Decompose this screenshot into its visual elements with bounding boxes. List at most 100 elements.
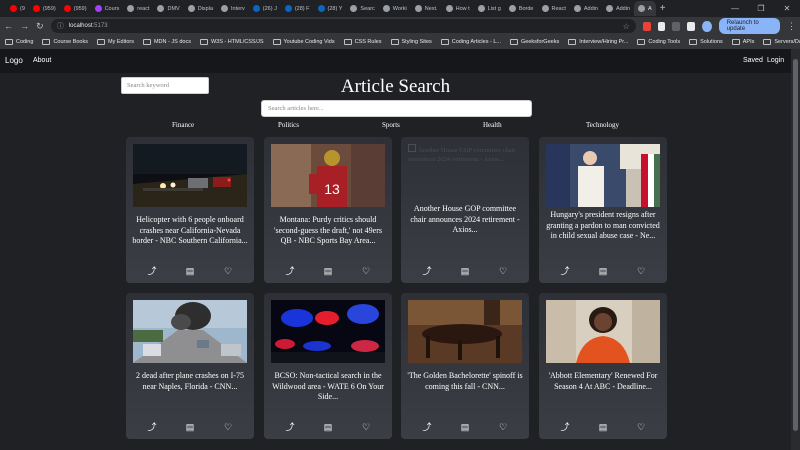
- bookmark-folder[interactable]: W3S - HTML/CSS/JS: [199, 39, 264, 45]
- browser-tab[interactable]: (959): [60, 1, 91, 16]
- page-scrollbar[interactable]: [791, 49, 800, 450]
- category-sports[interactable]: Sports: [382, 121, 400, 129]
- bookmark-star-icon[interactable]: ☆: [623, 22, 630, 31]
- comment-icon[interactable]: ▤: [322, 265, 334, 277]
- comment-icon[interactable]: ▤: [184, 421, 196, 433]
- article-card[interactable]: 13 Montana: Purdy critics should 'second…: [264, 137, 392, 283]
- category-finance[interactable]: Finance: [172, 121, 194, 129]
- bookmark-folder[interactable]: Interview/Hiring Pr...: [568, 39, 628, 45]
- bookmark-folder[interactable]: Course Books: [42, 39, 88, 45]
- browser-tab[interactable]: Displa: [184, 1, 217, 16]
- article-title[interactable]: 'The Golden Bachelorette' spinoff is com…: [407, 371, 523, 392]
- article-title[interactable]: Montana: Purdy critics should 'second-gu…: [270, 215, 386, 247]
- share-icon[interactable]: ⤴: [421, 265, 433, 277]
- bookmark-folder[interactable]: Coding: [5, 39, 33, 45]
- share-icon[interactable]: ⤴: [559, 265, 571, 277]
- browser-tab[interactable]: Next.: [411, 1, 442, 16]
- comment-icon[interactable]: ▤: [184, 265, 196, 277]
- browser-tab[interactable]: Worki: [379, 1, 411, 16]
- browser-tab[interactable]: A: [634, 1, 656, 16]
- share-icon[interactable]: ⤴: [284, 265, 296, 277]
- reload-icon[interactable]: ↻: [36, 21, 44, 32]
- article-title[interactable]: Helicopter with 6 people onboard crashes…: [132, 215, 248, 247]
- browser-tab[interactable]: How t: [442, 1, 474, 16]
- new-tab-icon[interactable]: +: [660, 3, 666, 14]
- comment-icon[interactable]: ▤: [597, 265, 609, 277]
- extension-icon[interactable]: [657, 21, 666, 31]
- heart-icon[interactable]: ♡: [497, 421, 509, 433]
- bookmark-folder[interactable]: Youtube Coding Vids: [272, 39, 335, 45]
- article-title[interactable]: 2 dead after plane crashes on I-75 near …: [132, 371, 248, 392]
- browser-tab[interactable]: (28) Y: [314, 1, 347, 16]
- sidepanel-icon[interactable]: [687, 21, 696, 31]
- share-icon[interactable]: ⤴: [559, 421, 571, 433]
- browser-tab[interactable]: Addin: [602, 1, 634, 16]
- article-search-input[interactable]: [261, 100, 532, 117]
- browser-tab[interactable]: React: [538, 1, 570, 16]
- share-icon[interactable]: ⤴: [146, 265, 158, 277]
- category-health[interactable]: Health: [483, 121, 502, 129]
- article-card[interactable]: 'Abbott Elementary' Renewed For Season 4…: [539, 293, 667, 439]
- article-card[interactable]: Hungary's president resigns after granti…: [539, 137, 667, 283]
- category-politics[interactable]: Politics: [278, 121, 299, 129]
- article-card[interactable]: Another House GOP committee chair announ…: [401, 137, 529, 283]
- article-title[interactable]: Another House GOP committee chair announ…: [407, 204, 523, 236]
- browser-tab[interactable]: Interv: [217, 1, 249, 16]
- article-title[interactable]: BCSO: Non-tactical search in the Wildwoo…: [270, 371, 386, 403]
- heart-icon[interactable]: ♡: [360, 421, 372, 433]
- heart-icon[interactable]: ♡: [635, 265, 647, 277]
- minimize-icon[interactable]: —: [722, 0, 748, 17]
- article-card[interactable]: 'The Golden Bachelorette' spinoff is com…: [401, 293, 529, 439]
- nav-saved-link[interactable]: Saved: [743, 57, 763, 64]
- bookmark-folder[interactable]: Coding Tools: [637, 39, 680, 45]
- article-title[interactable]: Hungary's president resigns after granti…: [545, 210, 661, 242]
- browser-tab[interactable]: List g: [474, 1, 505, 16]
- browser-tab[interactable]: (9: [6, 1, 29, 16]
- browser-tab[interactable]: Borde: [505, 1, 538, 16]
- comment-icon[interactable]: ▤: [459, 421, 471, 433]
- relaunch-button[interactable]: Relaunch to update: [718, 18, 780, 34]
- bookmark-folder[interactable]: GeeksforGeeks: [509, 39, 559, 45]
- bookmark-folder[interactable]: Solutions: [689, 39, 723, 45]
- heart-icon[interactable]: ♡: [222, 265, 234, 277]
- extension-icon[interactable]: [672, 21, 681, 31]
- heart-icon[interactable]: ♡: [222, 421, 234, 433]
- comment-icon[interactable]: ▤: [322, 421, 334, 433]
- address-bar[interactable]: ⓘ localhost:5173 ☆: [50, 19, 636, 33]
- article-card[interactable]: 2 dead after plane crashes on I-75 near …: [126, 293, 254, 439]
- scrollbar-thumb[interactable]: [793, 59, 798, 431]
- profile-avatar[interactable]: [702, 20, 712, 32]
- forward-icon[interactable]: →: [20, 21, 29, 31]
- bookmark-folder[interactable]: Coding Articles - L...: [440, 39, 501, 45]
- category-technology[interactable]: Technology: [586, 121, 619, 129]
- nav-login-link[interactable]: Login: [767, 57, 784, 64]
- bookmark-folder[interactable]: My Editors: [96, 39, 134, 45]
- site-info-icon[interactable]: ⓘ: [57, 21, 64, 31]
- logo[interactable]: Logo: [5, 56, 23, 65]
- share-icon[interactable]: ⤴: [284, 421, 296, 433]
- heart-icon[interactable]: ♡: [360, 265, 372, 277]
- heart-icon[interactable]: ♡: [635, 421, 647, 433]
- bookmark-folder[interactable]: MDN - JS docs: [142, 39, 191, 45]
- comment-icon[interactable]: ▤: [459, 265, 471, 277]
- article-card[interactable]: Helicopter with 6 people onboard crashes…: [126, 137, 254, 283]
- article-title[interactable]: 'Abbott Elementary' Renewed For Season 4…: [545, 371, 661, 392]
- nav-about-link[interactable]: About: [33, 57, 51, 64]
- back-icon[interactable]: ←: [4, 21, 13, 31]
- maximize-icon[interactable]: ❐: [748, 0, 774, 17]
- browser-tab[interactable]: Searc: [346, 1, 378, 16]
- share-icon[interactable]: ⤴: [146, 421, 158, 433]
- bookmark-folder[interactable]: Servers/Databases: [763, 39, 800, 45]
- browser-tab[interactable]: react: [123, 1, 153, 16]
- extension-icon[interactable]: [642, 21, 651, 31]
- bookmark-folder[interactable]: CSS Rules: [343, 39, 382, 45]
- close-icon[interactable]: ✕: [774, 0, 800, 17]
- share-icon[interactable]: ⤴: [421, 421, 433, 433]
- browser-tab[interactable]: Cours: [91, 1, 124, 16]
- bookmark-folder[interactable]: APIs: [731, 39, 754, 45]
- browser-tab[interactable]: (26) J: [249, 1, 281, 16]
- browser-tab[interactable]: (959): [29, 1, 60, 16]
- heart-icon[interactable]: ♡: [497, 265, 509, 277]
- comment-icon[interactable]: ▤: [597, 421, 609, 433]
- bookmark-folder[interactable]: Styling Sites: [390, 39, 432, 45]
